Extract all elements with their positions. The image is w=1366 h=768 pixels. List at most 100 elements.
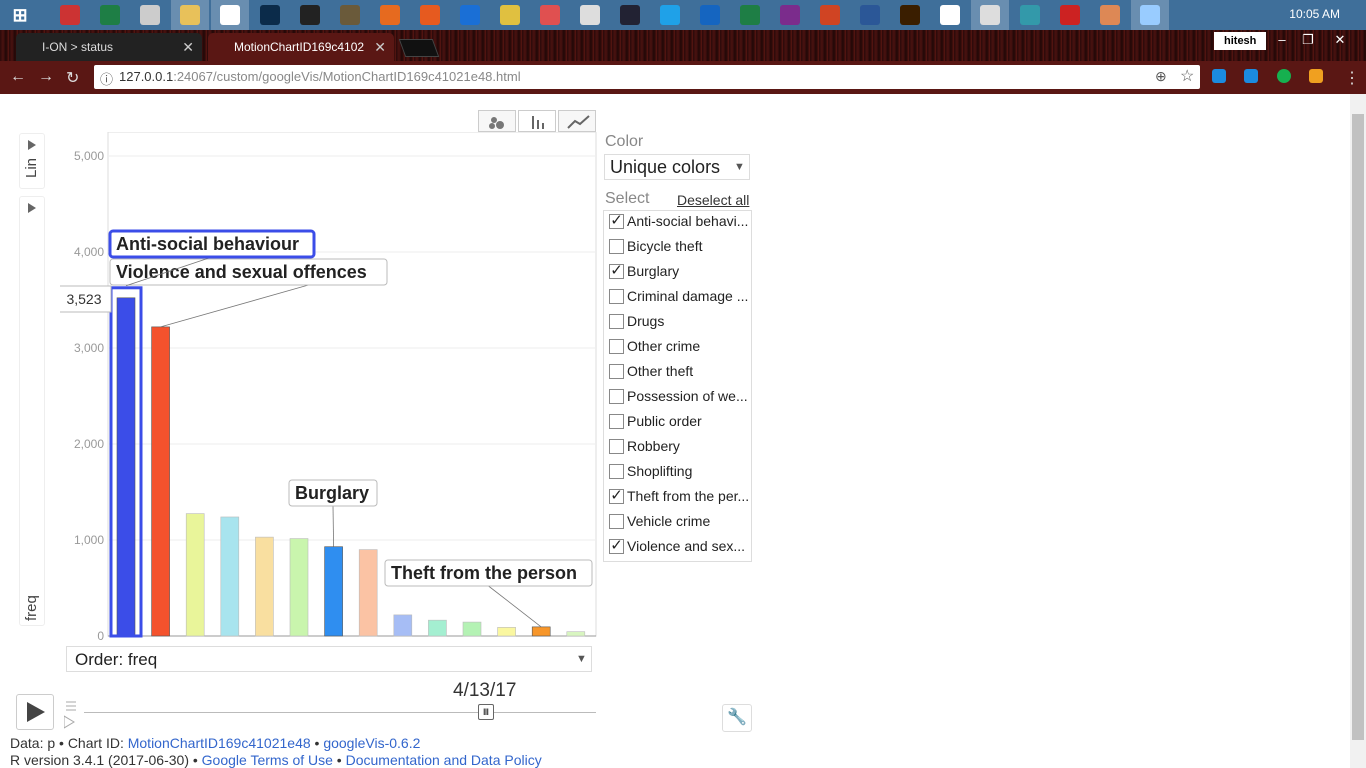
onenote-icon[interactable] xyxy=(780,5,800,25)
app-red-circle-icon[interactable] xyxy=(540,5,560,25)
cmd-icon[interactable] xyxy=(300,5,320,25)
skype-icon[interactable] xyxy=(660,5,680,25)
bar[interactable] xyxy=(531,626,551,637)
bar[interactable] xyxy=(289,538,309,637)
tab-ion-status[interactable]: I-ON > status ✕ xyxy=(16,33,202,61)
bar[interactable] xyxy=(566,631,586,637)
maximize-icon[interactable]: ❐ xyxy=(1294,31,1322,49)
select-item[interactable]: Possession of we... xyxy=(606,386,751,410)
app-window-icon[interactable] xyxy=(1140,5,1160,25)
app-spider-icon[interactable] xyxy=(500,5,520,25)
firefox-icon[interactable] xyxy=(380,5,400,25)
excel-2-icon[interactable] xyxy=(740,5,760,25)
time-slider-handle[interactable]: Ⅲ xyxy=(478,704,494,720)
app-orange-icon[interactable] xyxy=(420,5,440,25)
powerpoint-icon[interactable] xyxy=(820,5,840,25)
back-icon[interactable]: ← xyxy=(10,68,26,86)
bar[interactable] xyxy=(116,297,136,637)
bar[interactable] xyxy=(462,621,482,637)
info-icon[interactable]: ⓘ xyxy=(100,69,113,88)
select-item[interactable]: Shoplifting xyxy=(606,461,751,485)
select-item[interactable]: ✓ Anti-social behavi... xyxy=(606,211,751,235)
bar[interactable] xyxy=(151,326,170,637)
close-tab-icon[interactable]: ✕ xyxy=(374,33,386,61)
y-scale-toggle[interactable]: Lin xyxy=(19,133,45,189)
checkbox[interactable]: ✓ xyxy=(609,263,624,279)
select-item[interactable]: Vehicle crime xyxy=(606,511,751,535)
close-tab-icon[interactable]: ✕ xyxy=(182,33,194,61)
profile-button[interactable]: hitesh xyxy=(1214,32,1267,50)
chart-id-link[interactable]: MotionChartID169c41021e48 xyxy=(128,735,311,751)
app-terminal-icon[interactable] xyxy=(620,5,640,25)
y-variable-selector[interactable]: freq xyxy=(19,196,45,626)
bar[interactable] xyxy=(185,513,205,637)
select-item[interactable]: Other theft xyxy=(606,361,751,385)
checkbox[interactable] xyxy=(609,439,624,454)
checkbox[interactable] xyxy=(609,389,624,404)
select-item[interactable]: ✓ Burglary xyxy=(606,261,751,285)
extension-icon[interactable] xyxy=(1309,69,1323,83)
checkbox[interactable]: ✓ xyxy=(609,488,624,504)
bar[interactable] xyxy=(324,546,343,637)
bar[interactable] xyxy=(220,516,240,637)
deselect-all-link[interactable]: Deselect all xyxy=(677,192,749,208)
checkbox[interactable] xyxy=(609,414,624,429)
select-item[interactable]: ✓ Violence and sex... xyxy=(606,536,751,560)
forward-icon[interactable]: → xyxy=(38,68,54,86)
photoshop-icon[interactable] xyxy=(260,5,280,25)
bookmark-star-icon[interactable]: ☆ xyxy=(1180,66,1194,86)
zoom-icon[interactable]: ⊕ xyxy=(1155,68,1167,85)
menu-icon[interactable]: ⋮ xyxy=(1344,68,1360,88)
chrome-icon[interactable] xyxy=(220,5,240,25)
bar-chart-tab[interactable] xyxy=(518,110,556,132)
speed-control-icon[interactable] xyxy=(64,700,80,730)
scrollbar-thumb[interactable] xyxy=(1352,114,1364,740)
play-button[interactable] xyxy=(16,694,54,730)
select-item[interactable]: ✓ Theft from the per... xyxy=(606,486,751,510)
checkbox[interactable] xyxy=(609,289,624,304)
select-item[interactable]: Bicycle theft xyxy=(606,236,751,260)
app-red-icon[interactable] xyxy=(60,5,80,25)
app-blue-wave-icon[interactable] xyxy=(460,5,480,25)
settings-wrench-button[interactable]: 🔧 xyxy=(722,704,752,732)
select-item[interactable]: Criminal damage ... xyxy=(606,286,751,310)
calculator-icon[interactable] xyxy=(140,5,160,25)
checkbox[interactable] xyxy=(609,314,624,329)
checkbox[interactable] xyxy=(609,514,624,529)
select-item[interactable]: Drugs xyxy=(606,311,751,335)
close-window-icon[interactable]: ✕ xyxy=(1326,31,1354,49)
excel-icon[interactable] xyxy=(100,5,120,25)
illustrator-icon[interactable] xyxy=(900,5,920,25)
select-item[interactable]: Other crime xyxy=(606,336,751,360)
download-ext-icon-2[interactable] xyxy=(1244,69,1258,83)
terms-link[interactable]: Google Terms of Use xyxy=(202,752,333,768)
select-item[interactable]: Robbery xyxy=(606,436,751,460)
download-ext-icon[interactable] xyxy=(1212,69,1226,83)
line-chart-tab[interactable] xyxy=(558,110,596,132)
tab-motion-chart[interactable]: MotionChartID169c4102 ✕ xyxy=(208,33,394,61)
checkbox[interactable] xyxy=(609,364,624,379)
windows-logo-icon[interactable]: ⊞ xyxy=(10,5,30,25)
bar[interactable] xyxy=(393,614,413,637)
matlab-icon[interactable] xyxy=(1100,5,1120,25)
bar[interactable] xyxy=(497,627,516,637)
policy-link[interactable]: Documentation and Data Policy xyxy=(346,752,542,768)
checkbox[interactable]: ✓ xyxy=(609,213,624,229)
app-files-icon[interactable] xyxy=(580,5,600,25)
app-python-icon[interactable] xyxy=(940,5,960,25)
app-sigma-icon[interactable] xyxy=(1060,5,1080,25)
checkbox[interactable] xyxy=(609,464,624,479)
bar[interactable] xyxy=(255,536,274,637)
time-slider-track[interactable] xyxy=(84,712,596,713)
new-tab-button[interactable] xyxy=(398,39,440,57)
checkbox[interactable] xyxy=(609,339,624,354)
reload-icon[interactable]: ↻ xyxy=(66,68,79,88)
outlook-icon[interactable] xyxy=(700,5,720,25)
app-brown-icon[interactable] xyxy=(340,5,360,25)
bar[interactable] xyxy=(358,549,378,637)
select-item[interactable]: Public order xyxy=(606,411,751,435)
googlevis-link[interactable]: googleVis-0.6.2 xyxy=(323,735,420,751)
minimize-icon[interactable]: – xyxy=(1268,31,1296,49)
bubble-chart-tab[interactable] xyxy=(478,110,516,132)
word-icon[interactable] xyxy=(860,5,880,25)
